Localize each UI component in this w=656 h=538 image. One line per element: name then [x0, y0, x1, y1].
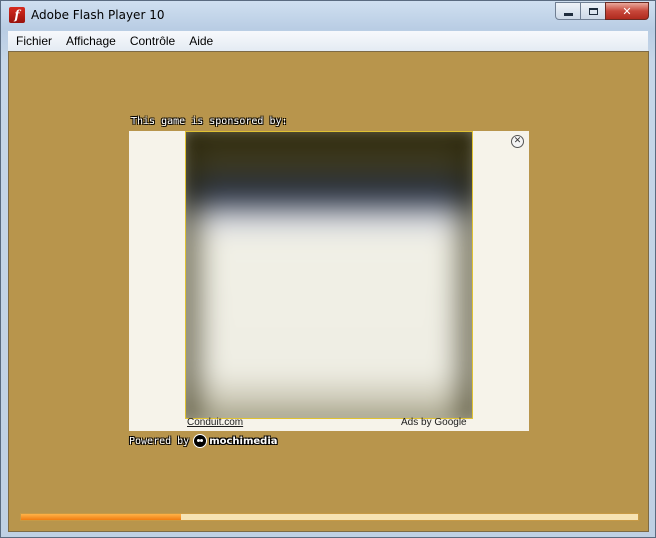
ad-panel: ✕ Conduit.com Ads by Google	[129, 131, 529, 431]
ad-image-blurred	[186, 132, 472, 418]
sponsor-label: This game is sponsored by:	[131, 116, 288, 127]
flash-stage[interactable]: This game is sponsored by: ✕ Conduit.com…	[8, 51, 649, 532]
minimize-icon	[563, 12, 573, 16]
flash-player-window: f Adobe Flash Player 10 ✕ Fichier Affich…	[0, 0, 656, 538]
powered-by-label: Powered by	[129, 435, 190, 447]
window-controls: ✕	[555, 2, 649, 21]
mochimedia-logo[interactable]: mochimedia	[193, 434, 278, 448]
maximize-button[interactable]	[580, 2, 606, 20]
menu-fichier[interactable]: Fichier	[16, 34, 52, 48]
menu-aide[interactable]: Aide	[189, 34, 213, 48]
title-bar[interactable]: f Adobe Flash Player 10 ✕	[1, 1, 655, 31]
menu-bar: Fichier Affichage Contrôle Aide	[8, 31, 648, 52]
powered-by: Powered by mochimedia	[129, 434, 278, 448]
close-button[interactable]: ✕	[605, 2, 649, 20]
loading-progress-fill	[21, 514, 182, 520]
loading-progress-bar	[20, 513, 639, 521]
menu-controle[interactable]: Contrôle	[130, 34, 175, 48]
close-ad-icon[interactable]: ✕	[511, 135, 524, 148]
ad-link[interactable]: Conduit.com	[187, 417, 243, 428]
menu-affichage[interactable]: Affichage	[66, 34, 116, 48]
ad-image[interactable]	[185, 131, 473, 419]
window-title: Adobe Flash Player 10	[31, 8, 165, 22]
mochimedia-icon	[193, 434, 208, 448]
mochimedia-brand: mochimedia	[209, 435, 278, 447]
maximize-icon	[588, 7, 598, 15]
close-icon: ✕	[622, 4, 632, 18]
minimize-button[interactable]	[555, 2, 581, 20]
ads-by-google[interactable]: Ads by Google	[401, 417, 467, 428]
flash-player-icon[interactable]: f	[9, 7, 25, 23]
